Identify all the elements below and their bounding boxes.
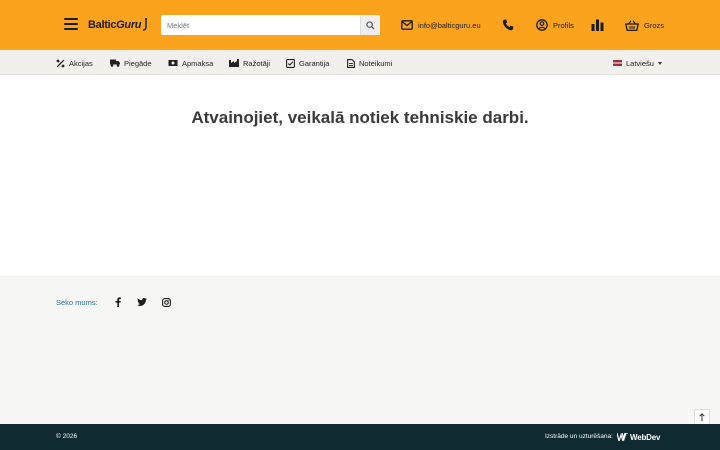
twitter-link[interactable] <box>137 297 147 307</box>
scroll-to-top-button[interactable] <box>694 409 710 425</box>
profile-link[interactable]: Profils <box>536 16 574 34</box>
webdev-logo-icon <box>617 433 628 441</box>
email-link[interactable]: info@balticguru.eu <box>401 16 481 34</box>
copyright-text: © 2026 <box>56 433 78 440</box>
search-bar <box>161 15 380 35</box>
language-label: Latviešu <box>626 58 654 68</box>
envelope-icon <box>401 20 413 30</box>
cart-label: Grozs <box>644 20 665 30</box>
search-input[interactable] <box>161 15 360 35</box>
basket-icon <box>625 19 639 31</box>
facebook-icon <box>115 297 121 307</box>
facebook-link[interactable] <box>113 297 123 307</box>
menu-icon[interactable] <box>64 17 78 31</box>
twitter-icon <box>137 298 147 306</box>
footer-bottom-bar: © 2026 Izstrāde un uzturēšana: WebDev <box>0 424 720 450</box>
logo-text: BalticGuru <box>88 19 142 31</box>
site-logo[interactable]: BalticGuru <box>88 15 148 35</box>
nav-item-piegade[interactable]: Piegāde <box>110 58 152 68</box>
maintenance-message: Atvainojiet, veikalā notiek tehniskie da… <box>191 108 529 127</box>
nav-item-apmaksa[interactable]: Apmaksa <box>168 58 213 68</box>
money-icon <box>168 60 178 66</box>
search-icon <box>366 20 375 30</box>
caret-down-icon <box>657 61 662 65</box>
logo-mark-icon <box>143 18 148 31</box>
nav-item-razotaji[interactable]: Ražotāji <box>229 58 270 68</box>
check-square-icon <box>286 58 295 68</box>
phone-button[interactable] <box>502 16 519 34</box>
phone-icon <box>502 19 514 31</box>
language-selector[interactable]: Latviešu <box>613 58 662 68</box>
developer-label: Izstrāde un uzturēšana: <box>545 433 613 440</box>
arrow-up-icon <box>699 413 705 421</box>
cart-link[interactable]: Grozs <box>625 16 664 34</box>
search-button[interactable] <box>360 15 380 35</box>
site-header: BalticGuru info@balticguru.eu Profils Gr… <box>0 0 720 50</box>
instagram-icon <box>161 297 171 307</box>
compare-button[interactable] <box>591 16 609 34</box>
truck-icon <box>110 59 120 67</box>
profile-label: Profils <box>553 20 574 30</box>
developer-logo[interactable]: WebDev <box>617 432 660 442</box>
user-circle-icon <box>536 19 548 31</box>
factory-icon <box>229 59 239 67</box>
document-icon <box>347 58 355 68</box>
nav-item-noteikumi[interactable]: Noteikumi <box>347 58 392 68</box>
footer <box>0 276 720 424</box>
nav-item-garantija[interactable]: Garantija <box>286 58 329 68</box>
nav-item-akcijas[interactable]: Akcijas <box>56 58 93 68</box>
secondary-nav: Akcijas Piegāde Apmaksa Ražotāji Garanti… <box>0 50 720 75</box>
percent-icon <box>56 59 65 67</box>
bar-chart-icon <box>591 19 604 31</box>
follow-us-label: Seko mums: <box>56 298 98 307</box>
instagram-link[interactable] <box>161 297 171 307</box>
email-text: info@balticguru.eu <box>418 20 481 30</box>
latvia-flag-icon <box>613 60 622 66</box>
